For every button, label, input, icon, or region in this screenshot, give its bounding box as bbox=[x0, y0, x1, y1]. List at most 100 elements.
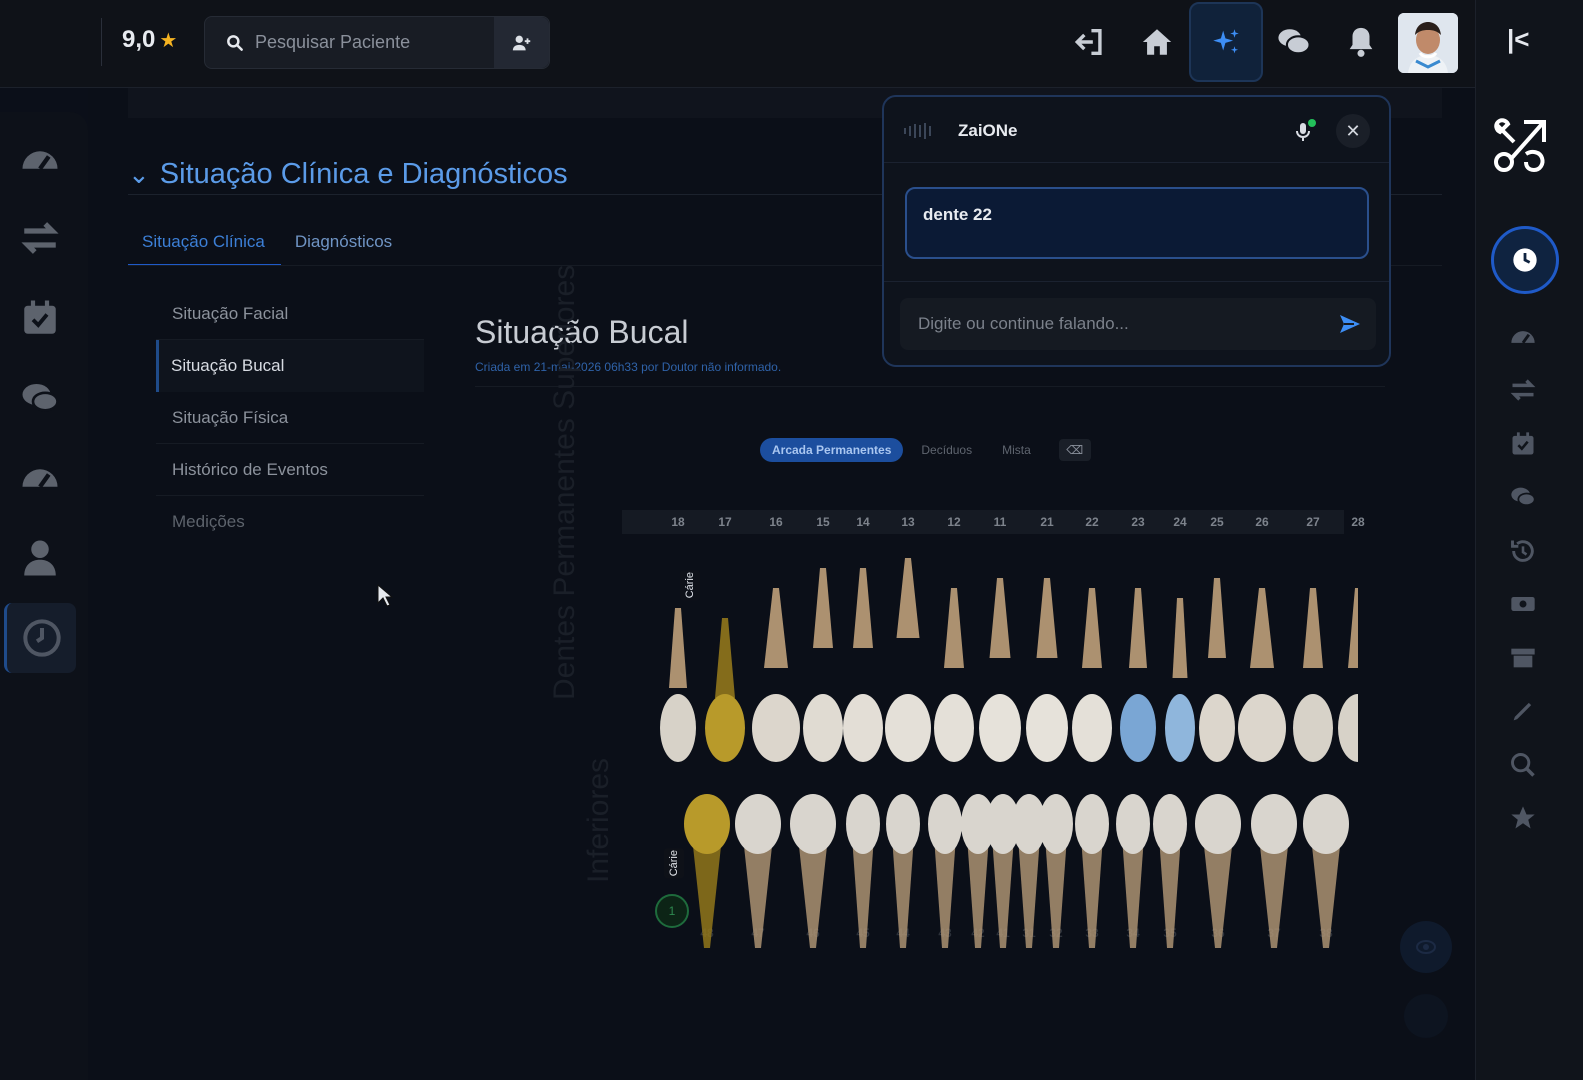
sidebar-dashboard[interactable] bbox=[18, 138, 62, 182]
tooth-number-13[interactable]: 13 bbox=[893, 515, 923, 529]
subnav-item-situacao-bucal[interactable]: Situação Bucal bbox=[156, 340, 424, 392]
tooth-crown-16[interactable] bbox=[752, 694, 800, 762]
arch-toggle: Arcada Permanentes Decíduos Mista ⌫ bbox=[760, 438, 1091, 462]
sidebar-calendar[interactable] bbox=[18, 296, 62, 340]
tooth-crown-37[interactable] bbox=[1251, 794, 1297, 854]
rail-pen[interactable] bbox=[1506, 694, 1540, 728]
tooth-crown-14[interactable] bbox=[843, 694, 883, 762]
tooth-number-27[interactable]: 27 bbox=[1298, 515, 1328, 529]
send-button[interactable] bbox=[1338, 312, 1362, 341]
tooth-crown-22[interactable] bbox=[1072, 694, 1112, 762]
sidebar-clock[interactable] bbox=[4, 603, 76, 673]
zaione-input[interactable] bbox=[918, 314, 1318, 334]
tooth-number-12[interactable]: 12 bbox=[939, 515, 969, 529]
tooth-crown-23[interactable] bbox=[1120, 694, 1156, 762]
tooth-number-23[interactable]: 23 bbox=[1123, 515, 1153, 529]
tooth-crown-35[interactable] bbox=[1153, 794, 1187, 854]
user-photo bbox=[1398, 13, 1458, 73]
rail-chat[interactable] bbox=[1506, 480, 1540, 514]
tooth-crown-28[interactable] bbox=[1338, 694, 1358, 762]
sidebar-chat[interactable] bbox=[18, 376, 62, 420]
arch-option-deciduos[interactable]: Decíduos bbox=[909, 438, 984, 462]
rail-star[interactable] bbox=[1506, 801, 1540, 835]
tooth-crown-18[interactable] bbox=[660, 694, 696, 762]
tooth-number-24[interactable]: 24 bbox=[1165, 515, 1195, 529]
subnav-item-historico[interactable]: Histórico de Eventos bbox=[156, 444, 424, 496]
tooth-number-21[interactable]: 21 bbox=[1032, 515, 1062, 529]
erase-button[interactable]: ⌫ bbox=[1058, 439, 1091, 461]
tooth-number-26[interactable]: 26 bbox=[1247, 515, 1277, 529]
rail-calendar[interactable] bbox=[1506, 427, 1540, 461]
tooth-crown-27[interactable] bbox=[1293, 694, 1333, 762]
tooth-number-17[interactable]: 17 bbox=[710, 515, 740, 529]
chat-button[interactable] bbox=[1266, 14, 1322, 70]
tooth-crown-15[interactable] bbox=[803, 694, 843, 762]
collapse-icon[interactable]: |< bbox=[1507, 24, 1529, 55]
sidebar-dashboard-2[interactable] bbox=[18, 456, 62, 500]
subnav-item-situacao-facial[interactable]: Situação Facial bbox=[156, 288, 424, 340]
add-patient-button[interactable] bbox=[494, 17, 549, 68]
ai-assistant-button[interactable] bbox=[1189, 2, 1263, 82]
odontogram[interactable] bbox=[618, 528, 1358, 968]
tooth-crown-24[interactable] bbox=[1165, 694, 1195, 762]
search-input[interactable] bbox=[255, 32, 485, 53]
secondary-fab[interactable] bbox=[1404, 994, 1448, 1038]
tooth-number-25[interactable]: 25 bbox=[1202, 515, 1232, 529]
tooth-number-22[interactable]: 22 bbox=[1077, 515, 1107, 529]
sidebar-transfer[interactable] bbox=[18, 216, 62, 260]
tooth-crown-38[interactable] bbox=[1303, 794, 1349, 854]
tooth-crown-17[interactable] bbox=[705, 694, 745, 762]
tooth-crown-26[interactable] bbox=[1238, 694, 1286, 762]
divider bbox=[101, 18, 102, 66]
tooth-crown-32[interactable] bbox=[1039, 794, 1073, 854]
tooth-marker[interactable]: 1 bbox=[655, 894, 689, 928]
arch-option-mista[interactable]: Mista bbox=[990, 438, 1043, 462]
tooth-crown-36[interactable] bbox=[1195, 794, 1241, 854]
tooth-number-11[interactable]: 11 bbox=[985, 515, 1015, 529]
tooth-crown-21[interactable] bbox=[1026, 694, 1068, 762]
sidebar-user[interactable] bbox=[18, 536, 62, 580]
tooth-crown-13[interactable] bbox=[885, 694, 931, 762]
tooth-number-15[interactable]: 15 bbox=[808, 515, 838, 529]
tooth-crown-12[interactable] bbox=[934, 694, 974, 762]
tooth-crown-43[interactable] bbox=[928, 794, 962, 854]
rail-transfer[interactable] bbox=[1506, 373, 1540, 407]
home-button[interactable] bbox=[1129, 14, 1185, 70]
logout-button[interactable] bbox=[1062, 14, 1118, 70]
archive-icon bbox=[1511, 648, 1535, 668]
tooth-crown-44[interactable] bbox=[886, 794, 920, 854]
arch-option-permanentes[interactable]: Arcada Permanentes bbox=[760, 438, 904, 462]
avatar[interactable] bbox=[1398, 13, 1458, 73]
tooth-crown-47[interactable] bbox=[735, 794, 781, 854]
tooth-root bbox=[1122, 848, 1144, 948]
tooth-crown-45[interactable] bbox=[846, 794, 880, 854]
rail-history[interactable] bbox=[1506, 534, 1540, 568]
tooth-root bbox=[1260, 848, 1288, 948]
tooth-root bbox=[764, 588, 788, 668]
tooth-crown-46[interactable] bbox=[790, 794, 836, 854]
rail-money[interactable] bbox=[1506, 587, 1540, 621]
subnav-item-medicoes[interactable]: Medições bbox=[156, 496, 424, 548]
history-clock-button[interactable] bbox=[1491, 226, 1559, 294]
tooth-number-28[interactable]: 28 bbox=[1343, 515, 1373, 529]
rail-search[interactable] bbox=[1506, 748, 1540, 782]
section-header[interactable]: ⌄ Situação Clínica e Diagnósticos bbox=[128, 158, 568, 191]
tooth-crown-34[interactable] bbox=[1116, 794, 1150, 854]
microphone-button[interactable] bbox=[1294, 119, 1316, 148]
rail-dashboard[interactable] bbox=[1506, 320, 1540, 354]
close-button[interactable]: ✕ bbox=[1336, 114, 1370, 148]
tooth-root bbox=[813, 568, 833, 648]
tooth-number-14[interactable]: 14 bbox=[848, 515, 878, 529]
tooth-crown-11[interactable] bbox=[979, 694, 1021, 762]
tab-diagnosticos[interactable]: Diagnósticos bbox=[281, 228, 408, 266]
tooth-crown-48[interactable] bbox=[684, 794, 730, 854]
tooth-number-16[interactable]: 16 bbox=[761, 515, 791, 529]
tooth-crown-33[interactable] bbox=[1075, 794, 1109, 854]
subnav-item-situacao-fisica[interactable]: Situação Física bbox=[156, 392, 424, 444]
tooth-number-18[interactable]: 18 bbox=[663, 515, 693, 529]
fab-button[interactable] bbox=[1400, 921, 1452, 973]
tooth-crown-25[interactable] bbox=[1199, 694, 1235, 762]
notifications-button[interactable] bbox=[1333, 14, 1389, 70]
rail-archive[interactable] bbox=[1506, 641, 1540, 675]
tab-situacao-clinica[interactable]: Situação Clínica bbox=[128, 228, 281, 266]
